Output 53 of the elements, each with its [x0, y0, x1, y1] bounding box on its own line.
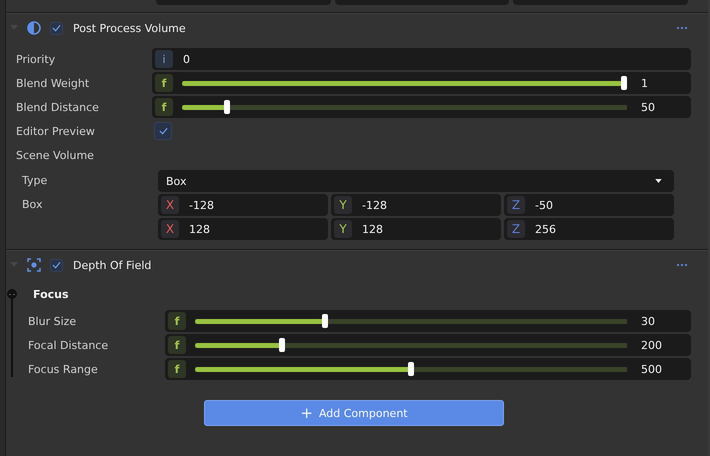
enable-checkbox[interactable] [50, 258, 63, 272]
vector-field[interactable]: X -128 [158, 194, 328, 216]
type-badge: f [155, 74, 173, 92]
type-badge: i [155, 50, 173, 68]
type-badge: f [168, 336, 186, 354]
axis-badge: Y [334, 220, 352, 238]
vector-field[interactable]: X 128 [158, 218, 328, 240]
axis-badge: Z [507, 196, 525, 214]
component-title: Depth Of Field [73, 258, 152, 272]
slider-thumb[interactable] [322, 314, 328, 328]
property-label: Blur Size [28, 314, 78, 328]
property-label: Blend Weight [16, 76, 90, 90]
checkbox[interactable] [154, 122, 172, 140]
component-title: Post Process Volume [73, 22, 186, 34]
vector-field[interactable]: Y -128 [331, 194, 501, 216]
type-badge: f [168, 360, 186, 378]
property-label: Type [22, 173, 48, 189]
slider-thumb[interactable] [278, 338, 285, 352]
slider-value: 200 [640, 338, 663, 352]
vector-field[interactable]: Z 256 [504, 218, 674, 240]
property-label: Box [22, 197, 44, 213]
slider-thumb[interactable] [224, 100, 230, 114]
field-value: 0 [183, 52, 190, 66]
caret-icon [655, 179, 662, 183]
axis-badge: Y [334, 196, 352, 214]
checkmark-icon [52, 261, 61, 269]
slider-value: 1 [640, 76, 649, 90]
slider-thumb[interactable] [621, 76, 627, 90]
property-label: Editor Preview [16, 124, 96, 138]
axis-badge: X [161, 220, 179, 238]
number-field[interactable]: i 0 [152, 48, 691, 70]
section-title: Scene Volume [16, 148, 95, 162]
slider-value: 500 [640, 362, 663, 376]
type-badge: f [155, 98, 173, 116]
half-circle-icon [27, 21, 41, 35]
type-badge: f [168, 312, 186, 330]
property-label: Priority [16, 52, 56, 66]
group-title: Focus [33, 288, 69, 300]
enable-checkbox[interactable] [50, 22, 63, 34]
slider-value: 30 [640, 314, 656, 328]
vector-field[interactable]: Z -50 [504, 194, 674, 216]
checkmark-icon [52, 24, 61, 32]
axis-badge: Z [507, 220, 525, 238]
property-label: Focus Range [28, 362, 99, 376]
axis-badge: X [161, 196, 179, 214]
property-label: Focal Distance [28, 338, 110, 352]
property-label: Blend Distance [16, 100, 100, 114]
vector-field[interactable]: Y 128 [331, 218, 501, 240]
type-dropdown[interactable]: Box [158, 170, 674, 192]
focus-icon [27, 258, 41, 272]
checkmark-icon [158, 127, 168, 135]
slider-thumb[interactable] [408, 362, 414, 376]
slider-value: 50 [640, 100, 656, 114]
